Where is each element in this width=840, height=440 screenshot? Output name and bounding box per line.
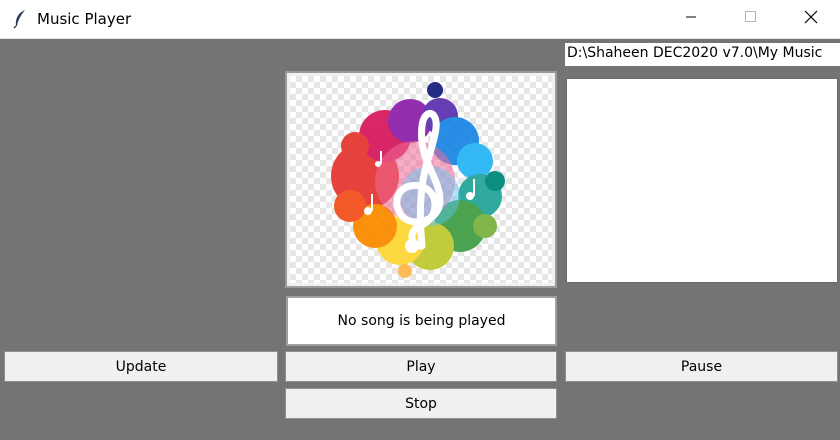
close-icon [804,10,818,29]
play-button[interactable]: Play [285,351,557,382]
album-art-image [290,76,552,283]
feather-icon [12,9,28,29]
update-button[interactable]: Update [4,351,278,382]
pause-button[interactable]: Pause [565,351,838,382]
album-art-frame [285,71,557,288]
minimize-icon [685,10,697,28]
maximize-button[interactable] [728,0,774,38]
stop-button[interactable]: Stop [285,388,557,419]
now-playing-status: No song is being played [286,296,557,346]
window-titlebar: Music Player [0,0,840,39]
maximize-icon [745,10,757,28]
close-button[interactable] [788,0,834,38]
playlist-listbox[interactable] [566,78,838,283]
window-title: Music Player [37,10,132,28]
minimize-button[interactable] [668,0,714,38]
directory-path-field: D:\Shaheen DEC2020 v7.0\My Music [565,43,840,66]
